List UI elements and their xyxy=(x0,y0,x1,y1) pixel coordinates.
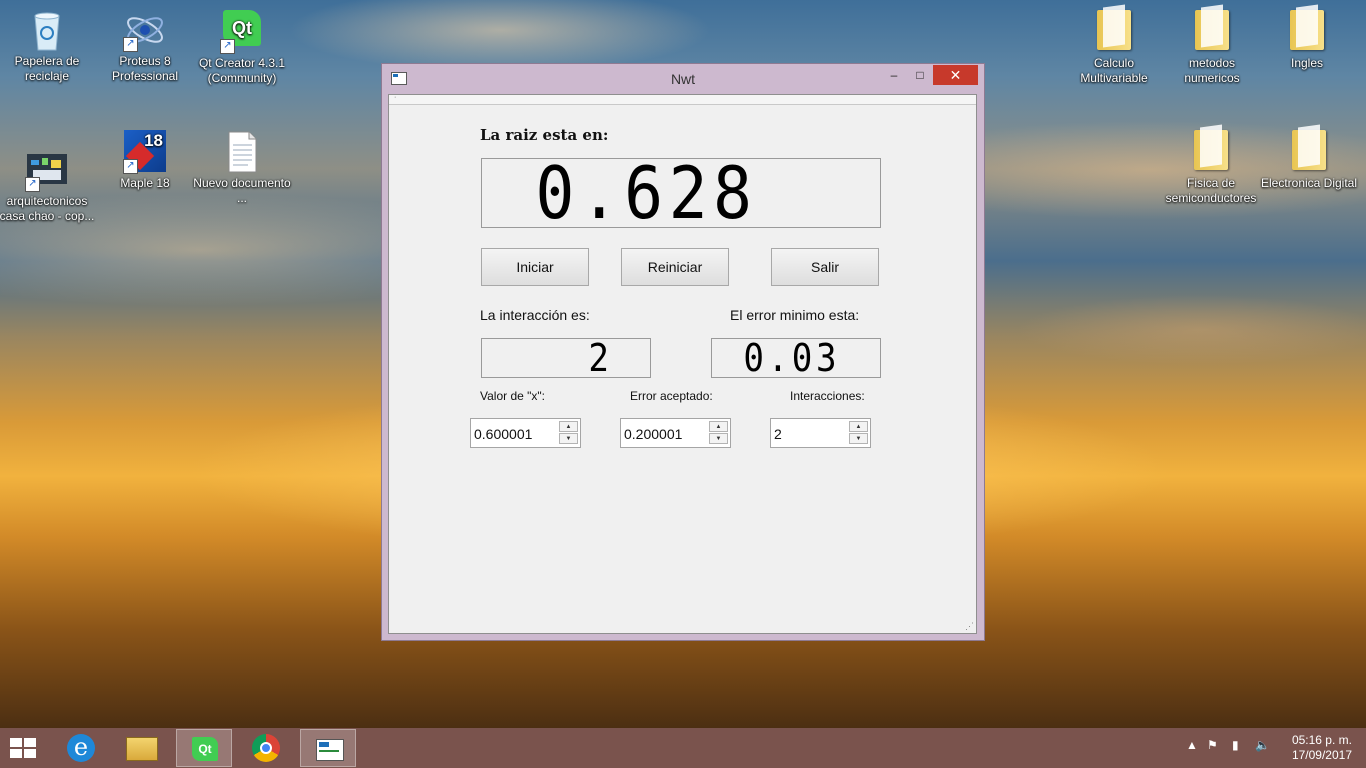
close-button[interactable]: ✕ xyxy=(933,65,978,85)
taskbar-file-explorer[interactable] xyxy=(113,729,169,767)
chrome-icon xyxy=(252,734,280,762)
desktop-icon-label: Electronica Digital xyxy=(1260,176,1358,190)
maple-version-text: 18 xyxy=(144,131,163,150)
spin-up-icon[interactable]: ▲ xyxy=(559,421,578,432)
shortcut-arrow-icon: ↗ xyxy=(123,159,138,174)
desktop-icon-arquitectonicos[interactable]: ↗ arquitectonicos casa chao - cop... xyxy=(0,148,97,224)
taskbar-nwt-app[interactable] xyxy=(300,729,356,767)
folder-icon xyxy=(1190,10,1234,54)
min-error-lcd-display: 0.03 xyxy=(711,338,881,378)
shortcut-arrow-icon: ↗ xyxy=(123,37,138,52)
title-bar[interactable]: Nwt – □ ✕ xyxy=(382,64,984,94)
desktop-icon-ingles[interactable]: Ingles xyxy=(1257,8,1357,71)
desktop-icon-label: Calculo Multivariable xyxy=(1080,56,1148,85)
desktop-icon-label: metodos numericos xyxy=(1184,56,1240,85)
min-error-label: El error minimo esta: xyxy=(730,307,860,323)
desktop-icon-label: Papelera de reciclaje xyxy=(14,54,80,83)
nwt-app-icon xyxy=(316,739,344,761)
system-clock[interactable]: 05:16 p. m. 17/09/2017 xyxy=(1292,733,1352,763)
iterations-spinbox[interactable]: 2 ▲ ▼ xyxy=(770,418,871,448)
start-icon xyxy=(10,738,38,760)
minimize-button[interactable]: – xyxy=(882,65,906,85)
window-client-area: · La raiz esta en: 0.628 Iniciar Reinici… xyxy=(388,94,977,634)
text-document-icon xyxy=(220,130,264,174)
folder-icon xyxy=(1189,130,1233,174)
qt-creator-icon: Qt xyxy=(192,737,218,761)
menu-handle-icon: · xyxy=(394,94,397,101)
accepted-error-field[interactable]: 0.200001 xyxy=(624,426,682,442)
desktop-icon-recycle-bin[interactable]: Papelera de reciclaje xyxy=(0,8,97,84)
taskbar-chrome[interactable] xyxy=(238,729,294,767)
taskbar-qt-creator[interactable]: Qt xyxy=(176,729,232,767)
action-center-flag-icon[interactable]: ⚑ xyxy=(1207,738,1218,752)
root-label: La raiz esta en: xyxy=(480,126,609,144)
spin-up-icon[interactable]: ▲ xyxy=(709,421,728,432)
accepted-error-label: Error aceptado: xyxy=(630,389,713,403)
reset-button[interactable]: Reiniciar xyxy=(621,248,729,286)
desktop-icon-electronica[interactable]: Electronica Digital xyxy=(1259,128,1359,191)
iterations-label: Interacciones: xyxy=(790,389,865,403)
volume-icon[interactable]: 🔈 xyxy=(1255,738,1270,752)
qt-icon: Qt ↗ xyxy=(220,10,264,54)
file-explorer-icon xyxy=(126,737,158,761)
resize-grip-icon[interactable]: ⋰ xyxy=(965,622,974,631)
app-shortcut-icon: ↗ xyxy=(25,148,69,192)
show-hidden-icons-icon[interactable]: ▲ xyxy=(1186,738,1198,752)
desktop-icon-proteus[interactable]: ↗ Proteus 8 Professional xyxy=(95,8,195,84)
exit-button[interactable]: Salir xyxy=(771,248,879,286)
spin-up-icon[interactable]: ▲ xyxy=(849,421,868,432)
desktop-icon-qt-creator[interactable]: Qt ↗ Qt Creator 4.3.1 (Community) xyxy=(192,8,292,86)
desktop-icon-label: Fisica de semiconductores xyxy=(1165,176,1257,205)
iteration-value: 2 xyxy=(588,338,613,378)
iteration-lcd-display: 2 xyxy=(481,338,651,378)
internet-explorer-icon: e xyxy=(67,734,95,762)
root-lcd-display: 0.628 xyxy=(481,158,881,228)
min-error-value: 0.03 xyxy=(743,338,841,378)
root-value: 0.628 xyxy=(535,158,758,228)
folder-icon xyxy=(1285,10,1329,54)
proteus-icon: ↗ xyxy=(123,8,167,52)
maple-icon: 18 ↗ xyxy=(123,130,167,174)
desktop-icon-label: Maple 18 xyxy=(120,176,170,190)
x-value-label: Valor de "x": xyxy=(480,389,545,403)
accepted-error-spinbox[interactable]: 0.200001 ▲ ▼ xyxy=(620,418,731,448)
desktop-icon-maple[interactable]: 18 ↗ Maple 18 xyxy=(95,130,195,191)
spin-down-icon[interactable]: ▼ xyxy=(709,433,728,444)
desktop-icon-label: Nuevo documento ... xyxy=(193,176,291,205)
folder-icon xyxy=(1287,130,1331,174)
desktop-icon-calculo[interactable]: Calculo Multivariable xyxy=(1064,8,1164,86)
folder-icon xyxy=(1092,10,1136,54)
taskbar-internet-explorer[interactable]: e xyxy=(54,729,110,767)
shortcut-arrow-icon: ↗ xyxy=(25,177,40,192)
start-button[interactable]: Iniciar xyxy=(481,248,589,286)
taskbar: e Qt ▲ ⚑ ▮ 🔈 05:16 p. m. 17/09/2017 xyxy=(0,728,1366,768)
desktop-icon-label: Proteus 8 Professional xyxy=(111,54,179,83)
recycle-bin-icon xyxy=(25,8,69,52)
x-value-field[interactable]: 0.600001 xyxy=(474,426,532,442)
menu-bar[interactable]: · xyxy=(389,94,976,105)
desktop-icon-nuevo-documento[interactable]: Nuevo documento ... xyxy=(192,130,292,206)
desktop-icon-fisica[interactable]: Fisica de semiconductores xyxy=(1161,128,1261,206)
maximize-button[interactable]: □ xyxy=(908,65,932,85)
battery-power-icon[interactable]: ▮ xyxy=(1232,738,1239,752)
desktop-icon-label: arquitectonicos casa chao - cop... xyxy=(0,194,95,223)
iterations-field[interactable]: 2 xyxy=(774,426,782,442)
desktop-icon-metodos[interactable]: metodos numericos xyxy=(1162,8,1262,86)
desktop-icon-label: Qt Creator 4.3.1 (Community) xyxy=(198,56,286,85)
spin-down-icon[interactable]: ▼ xyxy=(849,433,868,444)
clock-date: 17/09/2017 xyxy=(1291,748,1352,762)
desktop-icon-label: Ingles xyxy=(1290,56,1324,70)
iteration-label: La interacción es: xyxy=(480,307,590,323)
spin-down-icon[interactable]: ▼ xyxy=(559,433,578,444)
start-button[interactable] xyxy=(0,729,56,767)
clock-time: 05:16 p. m. xyxy=(1291,733,1352,747)
shortcut-arrow-icon: ↗ xyxy=(220,39,235,54)
nwt-window: Nwt – □ ✕ · La raiz esta en: 0.628 Inici… xyxy=(381,63,985,641)
x-value-spinbox[interactable]: 0.600001 ▲ ▼ xyxy=(470,418,581,448)
